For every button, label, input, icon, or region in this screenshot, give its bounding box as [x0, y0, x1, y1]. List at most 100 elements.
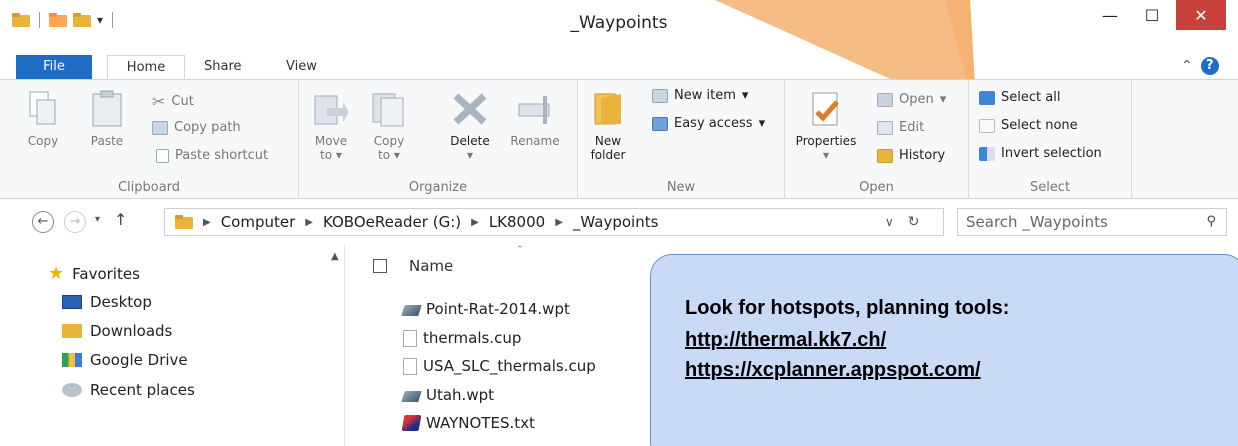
up-button[interactable]: ↑: [114, 210, 127, 229]
annotation-title: Look for hotspots, planning tools:: [685, 297, 1010, 319]
clipboard-group: Copy Paste ✂ Cut Copy path Paste shortcu…: [0, 80, 299, 199]
copy-to-button[interactable]: Copy to ▾: [369, 90, 409, 162]
sort-ascending-icon: ⌃: [516, 245, 524, 255]
forward-button[interactable]: →: [64, 211, 86, 233]
paste-button[interactable]: Paste: [82, 90, 132, 148]
tab-file[interactable]: File: [16, 55, 92, 79]
invert-selection-button[interactable]: Invert selection: [979, 146, 1102, 161]
address-dropdown-icon[interactable]: ∨: [885, 215, 894, 229]
delete-button[interactable]: Delete ▾: [445, 90, 495, 162]
move-to-label-2: to: [320, 148, 333, 162]
invert-selection-icon: [979, 146, 995, 161]
scroll-up-icon[interactable]: ▲: [331, 251, 339, 262]
new-item-label: New item: [674, 88, 736, 103]
copy-path-button[interactable]: Copy path: [152, 120, 241, 135]
window-title: _Waypoints: [570, 13, 668, 33]
back-button[interactable]: ←: [32, 211, 54, 233]
move-to-icon: [314, 95, 349, 125]
tab-share[interactable]: Share: [204, 55, 242, 79]
paste-shortcut-button[interactable]: Paste shortcut: [156, 148, 268, 163]
copy-button[interactable]: Copy: [20, 90, 66, 148]
star-icon: ★: [48, 263, 65, 284]
xcplanner-link[interactable]: https://xcplanner.appspot.com/: [685, 359, 981, 382]
edit-button[interactable]: Edit: [877, 120, 924, 135]
select-all-checkbox[interactable]: [373, 259, 387, 273]
address-row: ← → ▾ ↑ ▶ Computer ▶ KOBOeReader (G:) ▶ …: [0, 205, 1238, 237]
search-input[interactable]: Search _Waypoints ⚲: [957, 208, 1227, 236]
file-row[interactable]: thermals.cup: [403, 329, 521, 347]
google-drive-icon: [62, 353, 82, 367]
organize-group-label: Organize: [408, 180, 468, 195]
select-none-label: Select none: [1001, 118, 1078, 133]
text-file-icon: [401, 415, 422, 431]
file-name: WAYNOTES.txt: [426, 414, 535, 432]
paste-label: Paste: [90, 134, 124, 148]
rename-icon: [518, 96, 550, 124]
breadcrumb-lk8000[interactable]: LK8000: [489, 213, 545, 231]
recent-places-icon: [62, 383, 82, 397]
column-header-name[interactable]: Name: [373, 257, 453, 275]
nav-item-recent-places[interactable]: Recent places: [62, 381, 195, 399]
minimize-button[interactable]: —: [1090, 0, 1130, 30]
breadcrumb-drive[interactable]: KOBOeReader (G:): [323, 213, 461, 231]
document-file-icon: [403, 357, 417, 375]
breadcrumb-computer[interactable]: Computer: [221, 213, 296, 231]
breadcrumb-arrow-icon: ▶: [305, 216, 313, 228]
nav-item-desktop[interactable]: Desktop: [62, 293, 152, 311]
open-button[interactable]: Open ▾: [877, 92, 946, 107]
easy-access-button[interactable]: Easy access ▾: [652, 116, 765, 131]
history-icon: [877, 148, 893, 163]
navigation-pane: ★ Favorites Desktop Downloads Google Dri…: [0, 245, 345, 446]
move-to-label: Move: [314, 134, 348, 148]
folder-icon: [175, 215, 193, 229]
help-icon[interactable]: ?: [1200, 57, 1219, 75]
properties-button[interactable]: Properties ▾: [791, 90, 861, 162]
nav-item-favorites[interactable]: ★ Favorites: [48, 263, 140, 284]
thermal-kk7-link[interactable]: http://thermal.kk7.ch/: [685, 329, 886, 352]
close-button[interactable]: ✕: [1176, 0, 1226, 30]
file-name: Utah.wpt: [426, 386, 494, 404]
open-group-label: Open: [859, 180, 894, 195]
copy-path-icon: [152, 120, 168, 135]
cut-button[interactable]: ✂ Cut: [152, 92, 194, 111]
edit-icon: [877, 120, 893, 135]
history-button[interactable]: History: [877, 148, 945, 163]
select-none-button[interactable]: Select none: [979, 118, 1078, 133]
move-to-button[interactable]: Move to ▾: [311, 90, 351, 162]
minimize-ribbon-icon[interactable]: ⌃: [1181, 58, 1193, 74]
maximize-button[interactable]: ☐: [1132, 0, 1172, 30]
file-row[interactable]: Point-Rat-2014.wpt: [401, 300, 570, 318]
copy-to-label: Copy: [373, 134, 405, 148]
file-row[interactable]: Utah.wpt: [401, 386, 494, 404]
select-group: Select all Select none Invert selection …: [969, 80, 1132, 199]
copy-icon: [29, 91, 56, 125]
nav-item-label: Google Drive: [90, 351, 188, 369]
nav-item-google-drive[interactable]: Google Drive: [62, 351, 188, 369]
copy-label: Copy: [27, 134, 59, 148]
ribbon-tabs: File Home Share View: [0, 55, 1238, 79]
file-name: Point-Rat-2014.wpt: [426, 300, 570, 318]
properties-icon: [812, 92, 839, 126]
refresh-icon[interactable]: ↻: [908, 214, 920, 230]
file-row[interactable]: WAYNOTES.txt: [401, 414, 535, 432]
breadcrumb-waypoints[interactable]: _Waypoints: [573, 213, 659, 231]
nav-item-label: Desktop: [90, 293, 152, 311]
paste-icon: [92, 90, 122, 127]
document-file-icon: [403, 329, 417, 347]
new-folder-button[interactable]: New folder: [586, 90, 630, 162]
cut-label: Cut: [171, 94, 194, 109]
nav-pane-scrollbar[interactable]: ▲: [327, 245, 345, 446]
address-bar[interactable]: ▶ Computer ▶ KOBOeReader (G:) ▶ LK8000 ▶…: [164, 208, 944, 236]
file-row[interactable]: USA_SLC_thermals.cup: [403, 357, 596, 375]
easy-access-label: Easy access: [674, 116, 753, 131]
tab-view[interactable]: View: [286, 55, 317, 79]
recent-locations-icon[interactable]: ▾: [95, 214, 100, 225]
search-icon[interactable]: ⚲: [1206, 214, 1216, 229]
select-all-button[interactable]: Select all: [979, 90, 1060, 105]
downloads-icon: [62, 324, 82, 338]
new-item-button[interactable]: New item ▾: [652, 88, 748, 103]
tab-home[interactable]: Home: [107, 55, 185, 79]
nav-item-downloads[interactable]: Downloads: [62, 322, 172, 340]
rename-button[interactable]: Rename: [505, 90, 565, 148]
clipboard-group-label: Clipboard: [117, 180, 181, 195]
